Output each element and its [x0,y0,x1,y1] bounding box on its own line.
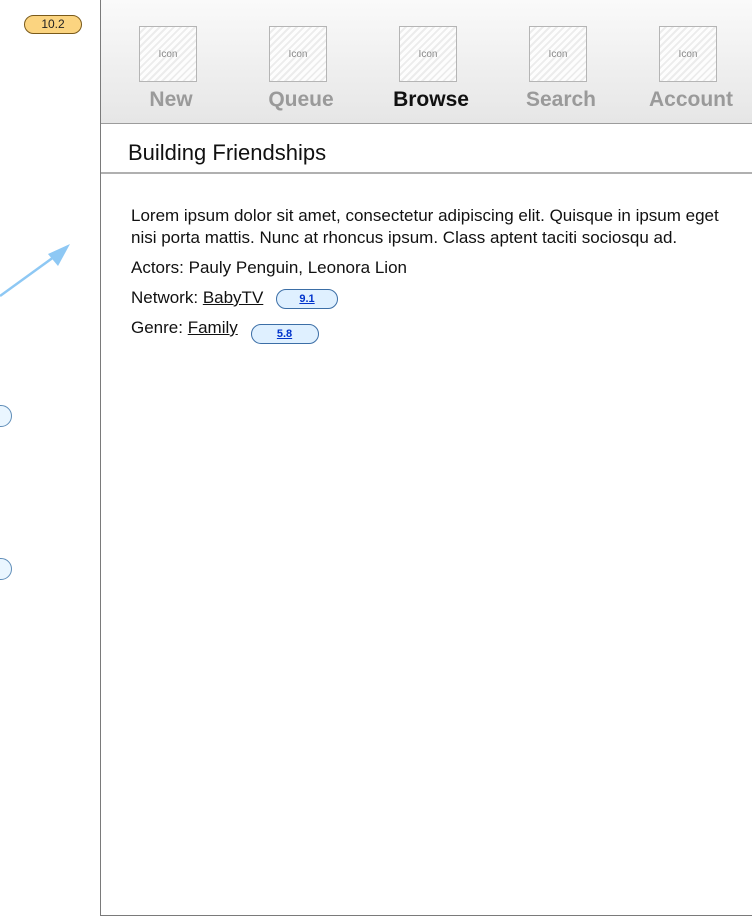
page-title: Building Friendships [128,140,327,165]
tab-bar: Icon New Icon Queue Icon Browse Icon Sea… [101,0,752,124]
tab-new[interactable]: Icon New [106,0,236,124]
genre-annotation-badge[interactable]: 5.8 [250,323,319,344]
genre-link[interactable]: Family [188,318,238,337]
title-bar: Building Friendships [101,124,752,174]
genre-row: Genre: Family 5.8 [131,317,721,344]
tab-search[interactable]: Icon Search [496,0,626,124]
network-row: Network: BabyTV 9.1 [131,287,721,309]
tab-label: Search [525,88,597,111]
search-icon: Icon [529,26,587,82]
phone-screen: Icon New Icon Queue Icon Browse Icon Sea… [100,0,752,916]
new-icon: Icon [139,26,197,82]
tab-queue[interactable]: Icon Queue [236,0,366,124]
tab-label: Browse [393,88,469,111]
tab-label: Account [649,88,733,111]
actors-row: Actors: Pauly Penguin, Leonora Lion [131,257,721,279]
actors-label: Actors: [131,258,184,277]
browse-icon: Icon [399,26,457,82]
account-icon: Icon [659,26,717,82]
annotation-marker [0,558,12,580]
tab-browse[interactable]: Icon Browse [366,0,496,124]
network-annotation-badge[interactable]: 9.1 [276,288,339,309]
genre-badge-text: 5.8 [276,327,293,340]
network-link[interactable]: BabyTV [203,288,263,307]
genre-label: Genre: [131,318,183,337]
tab-account[interactable]: Icon Account [626,0,752,124]
annotation-arrow [0,244,70,298]
show-details: Lorem ipsum dolor sit amet, consectetur … [131,205,721,344]
annotation-marker [0,405,12,427]
show-description: Lorem ipsum dolor sit amet, consectetur … [131,206,719,247]
tab-label: Queue [268,88,334,111]
actors-value: Pauly Penguin, Leonora Lion [188,258,407,277]
network-label: Network: [131,288,199,307]
tab-label: New [149,88,193,111]
queue-icon: Icon [269,26,327,82]
network-badge-text: 9.1 [299,292,315,305]
callout-badge: 10.2 [24,15,82,34]
